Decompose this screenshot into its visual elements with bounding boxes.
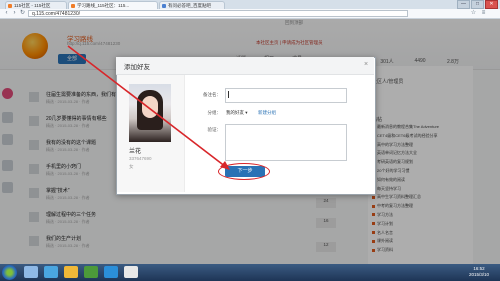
refresh-icon[interactable]: ↻ [19,10,26,17]
favicon-icon [162,4,166,8]
tab-label: 学习路线_115社区：115... [77,3,130,8]
tab-label: 115社区 - 115社区 [14,3,51,8]
favicon-icon [8,4,12,8]
forward-icon[interactable]: › [11,10,18,17]
text-caret [228,91,229,98]
dialog-title: 添加好友 [124,64,150,71]
minimize-button[interactable]: — [457,0,470,9]
clock-date: 2015/3/10 [468,272,490,277]
star-icon[interactable]: ☆ [470,10,477,17]
group-select[interactable]: 我的好友 ▾ [226,110,248,116]
remark-input[interactable] [225,88,347,103]
maximize-button[interactable]: □ [471,0,484,9]
new-group-link[interactable]: 新建分组 [258,110,276,116]
app-icon[interactable] [124,266,138,278]
group-label: 分组： [207,110,222,115]
close-icon[interactable]: × [362,61,370,69]
tab-label: 有问必答吧_百度贴吧 [168,3,212,8]
close-window-button[interactable]: ✕ [485,0,498,9]
menu-icon[interactable]: ≡ [480,10,487,17]
dialog-header [116,57,374,75]
user-id: 337647690 [129,156,152,161]
explorer-icon[interactable] [24,266,38,278]
clock-time: 16:52 [473,266,485,271]
clock[interactable]: 16:52 2015/3/10 [462,266,496,278]
browser-tab[interactable]: 有问必答吧_百度贴吧 [159,1,225,9]
browser-tab[interactable]: 115社区 - 115社区 [5,1,67,9]
start-button[interactable] [2,265,17,280]
favicon-icon [71,4,75,8]
remark-label: 备注名： [203,92,221,97]
note-label: 验证： [207,127,222,132]
highlight-circle [218,163,270,180]
verification-input[interactable] [225,124,347,161]
browser-icon[interactable] [84,266,98,278]
browser-tab-active[interactable]: 学习路线_115社区：115... [68,1,158,9]
folder-icon[interactable] [64,266,78,278]
back-icon[interactable]: ‹ [3,10,10,17]
address-bar[interactable]: q.115.com/47481230/ [28,10,408,17]
window-controls: — □ ✕ [457,0,498,9]
user-photo [129,84,171,142]
ie-icon[interactable] [44,266,58,278]
app-icon[interactable] [104,266,118,278]
user-name: 兰花 [129,149,142,155]
user-gender: 女 [129,164,134,169]
